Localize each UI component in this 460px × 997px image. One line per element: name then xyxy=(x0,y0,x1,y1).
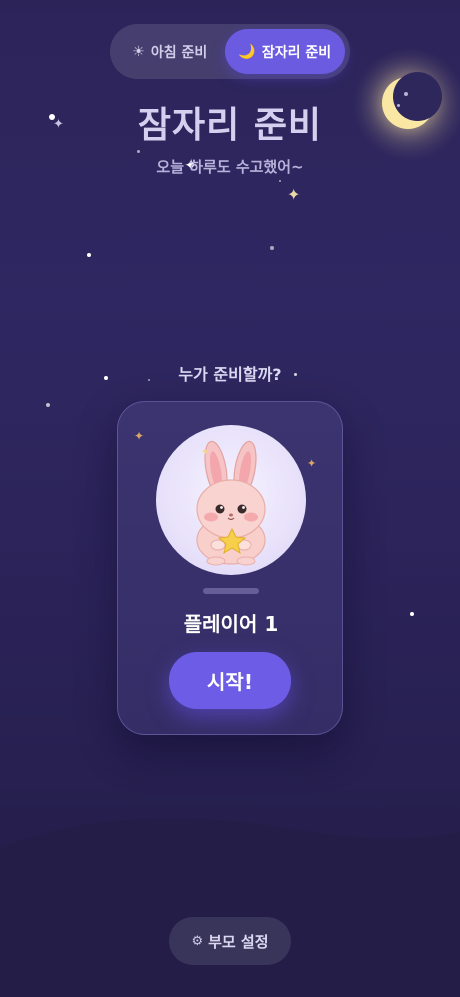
svg-text:✦: ✦ xyxy=(201,447,209,458)
crescent-moon-icon: 🌙 xyxy=(238,43,256,60)
tab-bedtime-label: 잠자리 준비 xyxy=(261,44,332,61)
bunny-illustration: ✦ xyxy=(196,440,266,566)
tab-morning-label: 아침 준비 xyxy=(150,44,208,61)
player-card[interactable]: ✦ ✦ ✦ 플레이어 1 시작! xyxy=(117,401,343,735)
start-button[interactable]: 시작! xyxy=(169,652,291,709)
hill-silhouette xyxy=(0,818,460,997)
star-dot xyxy=(87,253,91,257)
tab-bedtime[interactable]: 🌙 잠자리 준비 xyxy=(224,29,345,74)
player-name: 플레이어 1 xyxy=(183,612,279,636)
sparkle-icon: ✦ xyxy=(287,185,301,204)
page-title: 잠자리 준비 xyxy=(137,105,323,146)
card-divider xyxy=(203,588,259,594)
parent-settings-label: 부모 설정 xyxy=(208,932,269,951)
sun-icon: ☀ xyxy=(132,43,145,60)
bunny-avatar: ✦ xyxy=(156,425,306,575)
sparkle-icon: ✦ xyxy=(134,429,145,443)
parent-settings-button[interactable]: ⚙ 부모 설정 xyxy=(169,917,291,965)
star-dot xyxy=(279,180,281,182)
bedtime-screen: ✦ ✦ ✦ ☀ 아침 준비 🌙 잠자리 준비 잠자리 준비 오늘 하루도 수고했… xyxy=(0,0,460,997)
star-dot xyxy=(410,612,414,616)
page-subtitle: 오늘 하루도 수고했어~ xyxy=(156,158,304,176)
star-dot xyxy=(46,403,50,407)
star-dot xyxy=(270,246,274,250)
star-dot xyxy=(137,150,140,153)
mode-toggle: ☀ 아침 준비 🌙 잠자리 준비 xyxy=(110,24,350,79)
player-prompt: 누가 준비할까? xyxy=(178,365,282,384)
tab-morning[interactable]: ☀ 아침 준비 xyxy=(115,29,225,74)
sparkle-icon: ✦ xyxy=(307,457,317,470)
gear-icon: ⚙ xyxy=(191,933,204,949)
